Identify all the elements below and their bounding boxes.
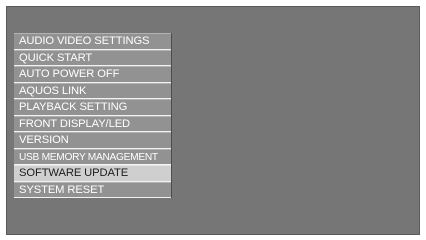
menu-item-front-display-led[interactable]: FRONT DISPLAY/LED (14, 115, 171, 132)
setup-menu: AUDIO VIDEO SETTINGS QUICK START AUTO PO… (14, 33, 172, 198)
menu-item-aquos-link[interactable]: AQUOS LINK (14, 82, 171, 99)
menu-item-audio-video-settings[interactable]: AUDIO VIDEO SETTINGS (14, 33, 171, 50)
menu-item-version[interactable]: VERSION (14, 132, 171, 149)
menu-item-auto-power-off[interactable]: AUTO POWER OFF (14, 66, 171, 83)
menu-item-software-update[interactable]: SOFTWARE UPDATE (14, 165, 171, 182)
menu-item-quick-start[interactable]: QUICK START (14, 49, 171, 66)
menu-item-usb-memory-management[interactable]: USB MEMORY MANAGEMENT (14, 148, 171, 165)
setup-screen: AUDIO VIDEO SETTINGS QUICK START AUTO PO… (6, 6, 420, 235)
menu-item-playback-setting[interactable]: PLAYBACK SETTING (14, 99, 171, 116)
menu-item-system-reset[interactable]: SYSTEM RESET (14, 181, 171, 198)
